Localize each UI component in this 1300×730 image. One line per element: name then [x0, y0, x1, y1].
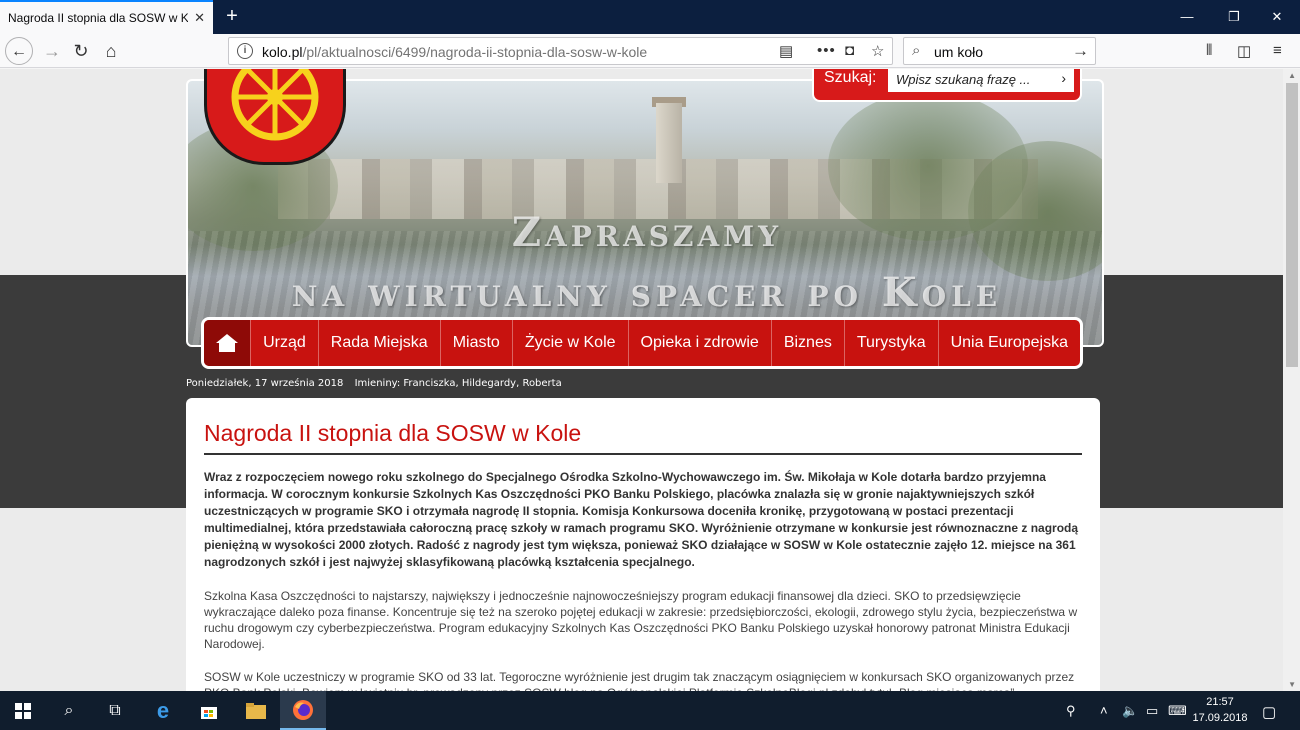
library-icon[interactable]: ⫴	[1206, 42, 1212, 59]
search-icon[interactable]: ⌕	[46, 691, 92, 730]
url-text[interactable]: kolo.pl/pl/aktualnosci/6499/nagroda-ii-s…	[262, 44, 647, 60]
clock-date: 17.09.2018	[1192, 712, 1248, 724]
url-host: kolo.pl	[262, 44, 303, 60]
menu-icon[interactable]: ≡	[1273, 42, 1282, 59]
scrollbar-thumb[interactable]	[1286, 83, 1298, 367]
banner-heading: Zapraszamy	[511, 209, 783, 256]
bookmark-star-icon[interactable]: ☆	[871, 42, 884, 60]
window-close-icon[interactable]: ✕	[1254, 0, 1300, 34]
navigation-bar: ← → ↻ ⌂ i kolo.pl/pl/aktualnosci/6499/na…	[0, 34, 1300, 68]
menu-home-button[interactable]	[204, 320, 251, 366]
url-bar[interactable]: i kolo.pl/pl/aktualnosci/6499/nagroda-ii…	[228, 37, 893, 65]
reload-icon[interactable]: ↻	[67, 37, 95, 65]
battery-icon[interactable]: ▭	[1146, 703, 1158, 719]
page-actions-icon[interactable]: •••	[817, 42, 836, 59]
menu-item-opieka-i-zdrowie[interactable]: Opieka i zdrowie	[627, 320, 771, 366]
menu-item-biznes[interactable]: Biznes	[770, 320, 844, 366]
home-icon[interactable]: ⌂	[97, 37, 125, 65]
site-search: Szukaj: Wpisz szukaną frazę ... ›	[812, 69, 1082, 102]
info-icon[interactable]: i	[237, 43, 253, 59]
tab-title: Nagroda II stopnia dla SOSW w Kole	[8, 11, 189, 25]
site-search-label: Szukaj:	[824, 69, 877, 86]
reader-view-icon[interactable]: ▤	[779, 42, 793, 60]
windows-start-icon[interactable]	[0, 691, 46, 730]
new-tab-button[interactable]: +	[222, 4, 242, 28]
close-icon[interactable]: ✕	[194, 10, 205, 26]
file-explorer-icon[interactable]	[233, 691, 279, 730]
restore-icon[interactable]: ❐	[1211, 0, 1257, 34]
browser-tab[interactable]: Nagroda II stopnia dla SOSW w Kole ✕	[0, 0, 213, 34]
date-bar: Poniedziałek, 17 września 2018 Imieniny:…	[186, 378, 562, 389]
site-search-placeholder: Wpisz szukaną frazę ...	[896, 72, 1031, 87]
menu-item-zycie-w-kole[interactable]: Życie w Kole	[511, 320, 628, 366]
web-page: Zapraszamy na wirtualny spacer po Kole S…	[0, 69, 1300, 691]
firefox-icon[interactable]	[280, 691, 326, 730]
search-icon: ⌕	[912, 42, 921, 59]
pocket-icon[interactable]: ◘	[845, 42, 854, 59]
main-menu: Urząd Rada Miejska Miasto Życie w Kole O…	[201, 317, 1083, 369]
scroll-up-icon[interactable]: ▲	[1288, 71, 1296, 80]
people-icon[interactable]: ⚲	[1066, 703, 1076, 719]
menu-item-urzad[interactable]: Urząd	[250, 320, 318, 366]
banner-tower	[656, 103, 682, 183]
search-bar[interactable]: ⌕ um koło →	[903, 37, 1096, 65]
article-lead: Wraz z rozpoczęciem nowego roku szkolneg…	[204, 470, 1079, 569]
article-paragraph: SOSW w Kole uczestniczy w programie SKO …	[204, 670, 1075, 691]
volume-muted-icon[interactable]: 🔈	[1122, 703, 1138, 719]
minimize-icon[interactable]: —	[1164, 0, 1210, 34]
edge-icon[interactable]: e	[140, 691, 186, 730]
current-date: Poniedziałek, 17 września 2018	[186, 378, 344, 389]
menu-item-unia-europejska[interactable]: Unia Europejska	[937, 320, 1080, 366]
scroll-down-icon[interactable]: ▼	[1288, 680, 1296, 689]
search-go-icon[interactable]: →	[1072, 41, 1089, 61]
menu-item-miasto[interactable]: Miasto	[439, 320, 512, 366]
tab-bar: Nagroda II stopnia dla SOSW w Kole ✕ + —…	[0, 0, 1300, 34]
page-scrollbar[interactable]: ▲ ▼	[1283, 69, 1300, 691]
clock-time: 21:57	[1206, 696, 1234, 708]
article-title: Nagroda II stopnia dla SOSW w Kole	[204, 420, 1082, 455]
article-paragraph: Szkolna Kasa Oszczędności to najstarszy,…	[204, 589, 1078, 651]
wheel-icon	[231, 69, 319, 141]
chevron-up-icon[interactable]: ˄	[1100, 703, 1108, 718]
article: Nagroda II stopnia dla SOSW w Kole Wraz …	[186, 398, 1100, 691]
menu-item-turystyka[interactable]: Turystyka	[843, 320, 938, 366]
url-path: /pl/aktualnosci/6499/nagroda-ii-stopnia-…	[302, 44, 648, 60]
back-icon[interactable]: ←	[5, 37, 33, 65]
taskbar: ⌕ ⧉ e ⚲ ˄ 🔈 ▭ ⌨ 21:57 17.09.2018 ▢	[0, 691, 1300, 730]
city-crest-logo[interactable]	[204, 69, 346, 165]
task-view-icon[interactable]: ⧉	[92, 691, 138, 730]
store-icon[interactable]	[186, 691, 232, 730]
notifications-icon[interactable]: ▢	[1262, 703, 1276, 721]
keyboard-icon[interactable]: ⌨	[1168, 703, 1187, 719]
sidebar-icon[interactable]: ◫	[1237, 42, 1251, 60]
forward-icon[interactable]: →	[38, 37, 66, 65]
banner-subheading: na wirtualny spacer po Kole	[291, 269, 1003, 316]
search-query[interactable]: um koło	[934, 44, 983, 60]
home-icon	[216, 334, 239, 352]
menu-item-rada-miejska[interactable]: Rada Miejska	[317, 320, 440, 366]
site-search-submit-icon[interactable]: ›	[1061, 70, 1066, 86]
site-search-input[interactable]: Wpisz szukaną frazę ... ›	[888, 69, 1074, 92]
taskbar-clock[interactable]: 21:57 17.09.2018	[1188, 694, 1252, 726]
namedays: Imieniny: Franciszka, Hildegardy, Robert…	[354, 378, 562, 389]
